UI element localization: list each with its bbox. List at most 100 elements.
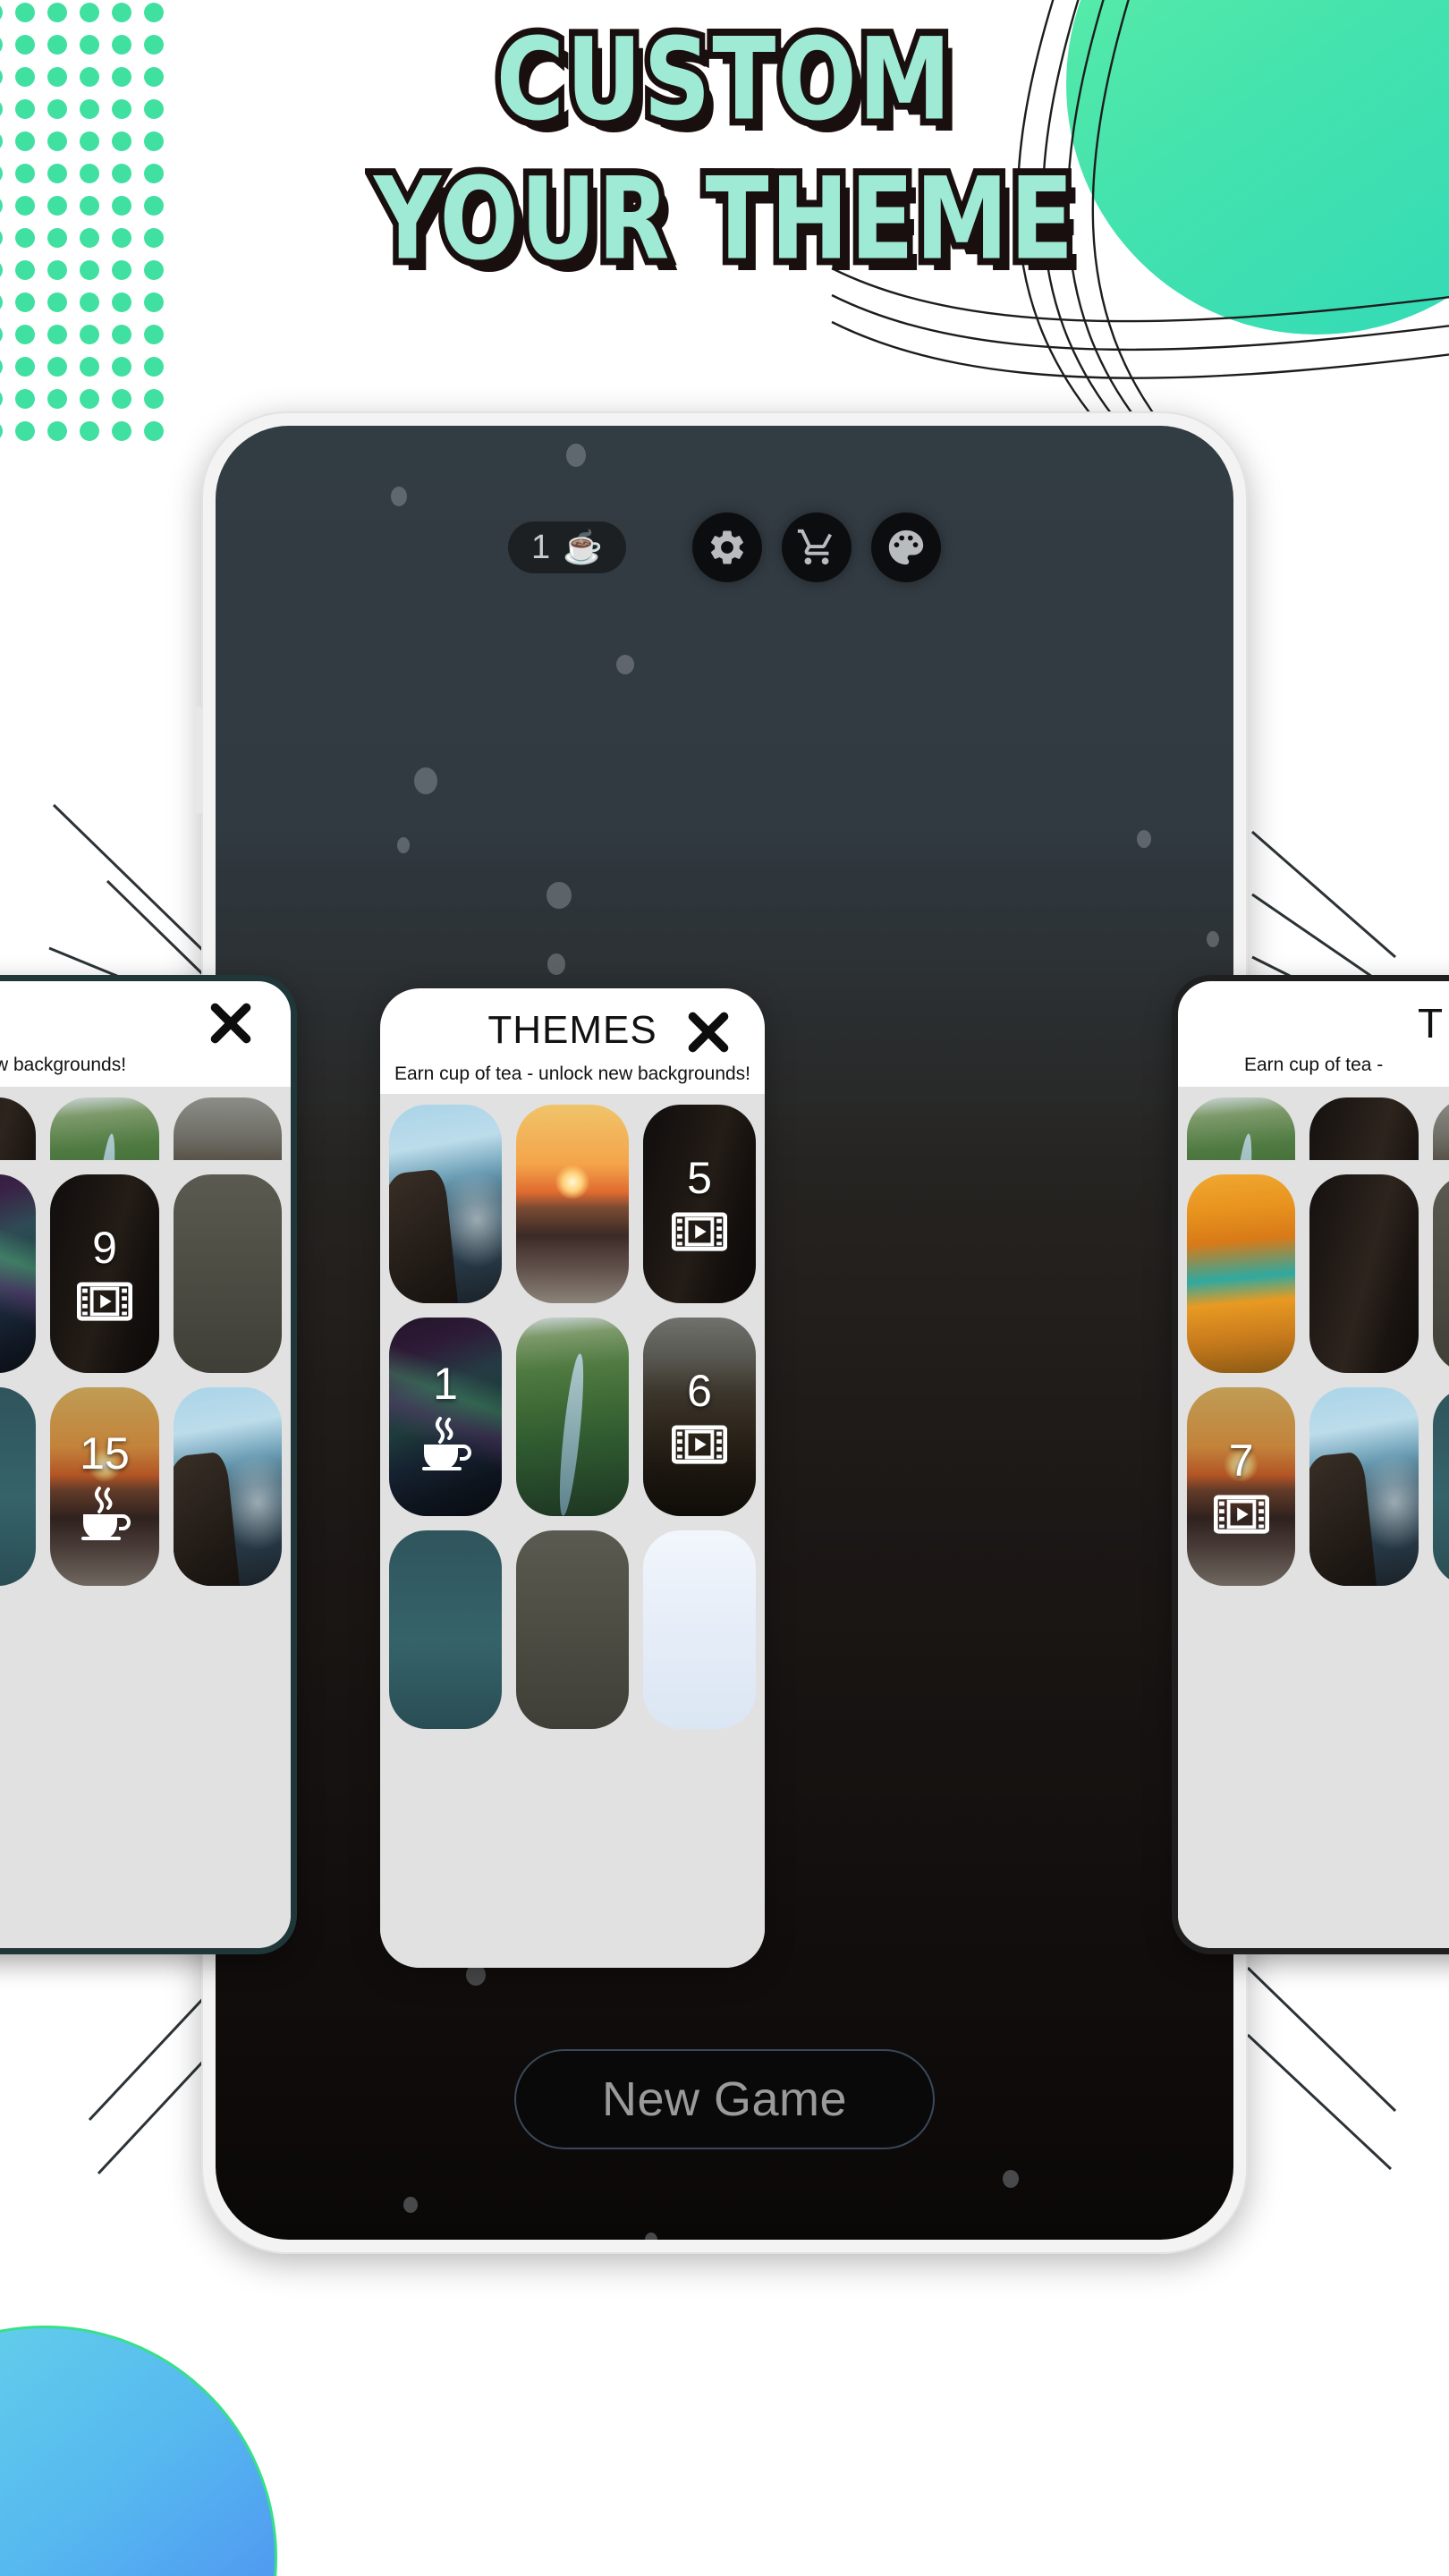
theme-tile[interactable] [516, 1530, 629, 1729]
theme-tile-cost: 1 [433, 1359, 458, 1409]
left-phone-preview: e Earn cup of tea - unlock new backgroun… [0, 975, 297, 1954]
theme-grid-wrapper[interactable]: 5 1 6 [380, 1094, 765, 1968]
themes-modal: THEMES Earn cup of tea - unlock new back… [380, 988, 765, 1968]
themes-button[interactable] [870, 513, 941, 582]
theme-tile-art [389, 1530, 502, 1729]
theme-tile-art [0, 1387, 37, 1586]
right-theme-row-partial [1187, 1097, 1449, 1160]
headline-line-1: CUSTOM [490, 13, 957, 147]
theme-tile[interactable] [1309, 1174, 1419, 1373]
right-theme-grid-wrapper: 7 [1178, 1087, 1449, 1948]
theme-tile-art [643, 1530, 756, 1729]
right-theme-grid: 7 [1187, 1174, 1449, 1586]
theme-tile-art [516, 1105, 629, 1303]
theme-tile-art [0, 1097, 37, 1160]
theme-tile[interactable]: 9 [50, 1174, 159, 1373]
theme-tile[interactable] [516, 1318, 629, 1516]
theme-tile-unlock-badge [76, 1281, 132, 1322]
left-theme-grid: 9 15 [0, 1174, 282, 1586]
themes-close-button[interactable] [681, 1004, 736, 1060]
theme-tile[interactable] [1187, 1174, 1296, 1373]
theme-tile[interactable] [1432, 1174, 1449, 1373]
film-play-icon [672, 1212, 727, 1251]
tea-cup-icon [422, 1417, 471, 1470]
theme-tile-cost: 9 [92, 1223, 117, 1273]
right-modal-subtitle: Earn cup of tea - [1244, 1055, 1384, 1075]
theme-tile[interactable]: 5 [643, 1105, 756, 1303]
theme-tile-art [389, 1105, 502, 1303]
promo-screenshot: CUSTOM YOUR THEME 1 ☕ New Game backgroun… [0, 0, 1449, 2576]
phone-side-button[interactable] [195, 707, 203, 814]
theme-tile-art [1309, 1387, 1419, 1586]
left-modal-header: e Earn cup of tea - unlock new backgroun… [0, 981, 291, 1087]
theme-tile-lock-overlay [1187, 1387, 1296, 1586]
theme-tile[interactable] [1432, 1097, 1449, 1160]
theme-tile[interactable]: 15 [50, 1387, 159, 1586]
theme-tile[interactable] [173, 1097, 282, 1160]
tea-counter: 1 ☕ [508, 521, 626, 573]
theme-tile[interactable] [1309, 1097, 1419, 1160]
right-phone-preview: T Earn cup of tea - 7 [1172, 975, 1449, 1954]
theme-tile-cost: 7 [1228, 1436, 1254, 1486]
theme-tile-lock-overlay [50, 1174, 159, 1373]
left-close-button[interactable] [203, 996, 258, 1051]
theme-tile[interactable] [1187, 1097, 1296, 1160]
film-play-icon [672, 1425, 727, 1464]
themes-modal-header: THEMES Earn cup of tea - unlock new back… [380, 988, 765, 1094]
close-x-icon [688, 1012, 729, 1053]
theme-tile[interactable] [173, 1174, 282, 1373]
shop-button[interactable] [781, 513, 852, 582]
theme-tile-art [1187, 1174, 1296, 1373]
theme-tile-unlock-badge [672, 1424, 727, 1465]
theme-tile[interactable] [50, 1097, 159, 1160]
left-theme-row-partial [0, 1097, 282, 1160]
theme-tile-art [0, 1174, 37, 1373]
themes-modal-subtitle: Earn cup of tea - unlock new backgrounds… [394, 1063, 751, 1084]
tea-cup-icon: ☕ [563, 529, 603, 565]
theme-tile-art [1309, 1174, 1419, 1373]
theme-tile[interactable] [0, 1174, 37, 1373]
settings-button[interactable] [691, 513, 762, 582]
theme-tile[interactable] [173, 1387, 282, 1586]
game-toolbar: 1 ☕ [216, 512, 1233, 583]
theme-tile-lock-overlay [643, 1318, 756, 1516]
theme-tile[interactable] [1432, 1387, 1449, 1586]
theme-tile[interactable] [389, 1105, 502, 1303]
theme-tile[interactable] [643, 1530, 756, 1729]
theme-tile[interactable] [0, 1097, 37, 1160]
theme-tile[interactable] [1309, 1387, 1419, 1586]
film-play-icon [76, 1282, 132, 1321]
palette-icon [888, 530, 924, 565]
new-game-label: New Game [601, 2072, 848, 2126]
theme-tile-unlock-badge [1213, 1494, 1269, 1535]
tea-cup-icon [80, 1487, 131, 1540]
theme-tile-lock-overlay [643, 1105, 756, 1303]
shopping-cart-icon [797, 529, 832, 565]
theme-grid: 5 1 6 [389, 1105, 756, 1729]
theme-tile[interactable] [389, 1530, 502, 1729]
theme-tile-unlock-badge [672, 1211, 727, 1252]
theme-tile[interactable]: 7 [1187, 1387, 1296, 1586]
theme-tile-art [516, 1318, 629, 1516]
theme-tile-art [173, 1387, 282, 1586]
headline: CUSTOM YOUR THEME [0, 13, 1449, 284]
new-game-button[interactable]: New Game [514, 2049, 935, 2149]
tea-count-value: 1 [531, 529, 551, 566]
theme-tile-art [516, 1530, 629, 1729]
right-modal-title: T [1418, 1000, 1444, 1046]
close-x-icon [210, 1003, 251, 1044]
film-play-icon [1213, 1495, 1269, 1534]
theme-tile[interactable] [0, 1387, 37, 1586]
theme-tile-art [1432, 1174, 1449, 1373]
theme-tile[interactable] [516, 1105, 629, 1303]
left-modal-subtitle: Earn cup of tea - unlock new backgrounds… [0, 1055, 127, 1075]
blue-circle-decoration [0, 2326, 277, 2576]
theme-tile-cost: 5 [687, 1153, 712, 1203]
theme-tile[interactable]: 6 [643, 1318, 756, 1516]
theme-tile[interactable]: 1 [389, 1318, 502, 1516]
theme-tile-art [1187, 1097, 1296, 1160]
theme-tile-art [1432, 1387, 1449, 1586]
theme-tile-art [50, 1097, 159, 1160]
theme-tile-art [173, 1174, 282, 1373]
gear-icon [710, 530, 743, 564]
